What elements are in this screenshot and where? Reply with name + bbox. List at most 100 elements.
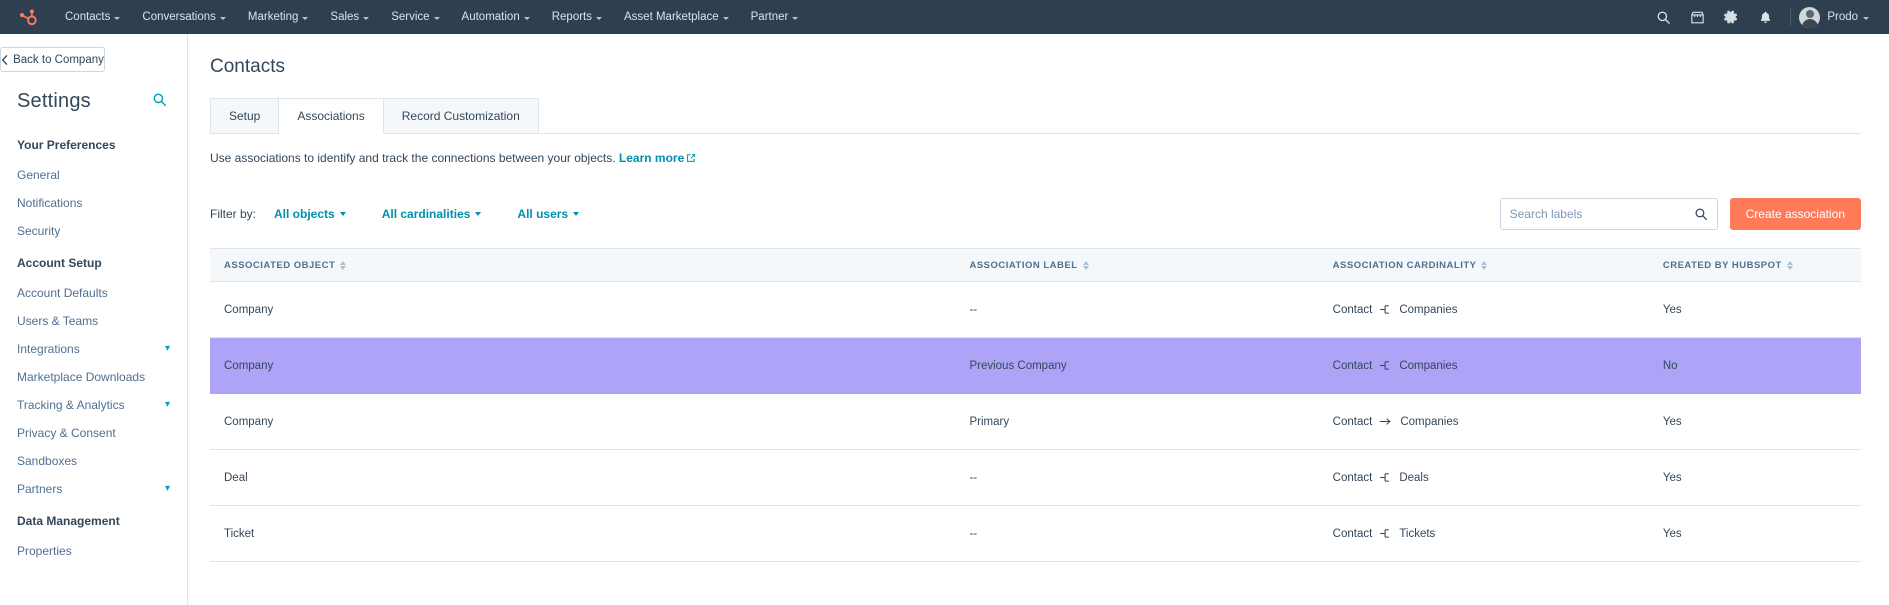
nav-divider (1790, 8, 1792, 26)
nav-item-asset-marketplace[interactable]: Asset Marketplace (613, 0, 740, 34)
column-header-associated-object[interactable]: ASSOCIATED OBJECT (210, 249, 970, 282)
sidebar-item-label: Tracking & Analytics (17, 398, 125, 412)
sidebar-item-sandboxes[interactable]: Sandboxes (0, 447, 187, 475)
table-row[interactable]: Company Previous Company Contact Compani… (210, 337, 1861, 394)
column-header-association-label[interactable]: ASSOCIATION LABEL (969, 249, 1333, 282)
table-row[interactable]: Company Primary Contact Companies Yes (210, 393, 1861, 450)
one-to-many-icon (1380, 473, 1390, 482)
tab-associations[interactable]: Associations (279, 98, 384, 134)
filter-all-cardinalities[interactable]: All cardinalities (382, 207, 482, 221)
sort-icon[interactable] (1481, 260, 1488, 271)
avatar[interactable] (1799, 6, 1821, 28)
search-icon[interactable] (1694, 207, 1708, 221)
nav-item-reports[interactable]: Reports (541, 0, 613, 34)
table-header-row: ASSOCIATED OBJECT ASSOCIATION LABEL ASSO… (210, 249, 1861, 282)
chevron-down-icon (114, 16, 121, 20)
nav-item-label: Reports (551, 11, 593, 23)
back-to-company-button[interactable]: Back to Company (0, 47, 105, 72)
sidebar-item-label: Properties (17, 544, 72, 558)
nav-item-label: Partner (750, 11, 789, 23)
sidebar-item-integrations[interactable]: Integrations ▾ (0, 335, 187, 363)
sort-icon[interactable] (1786, 260, 1793, 271)
tab-bar: Setup Associations Record Customization (210, 97, 1861, 134)
search-labels-box[interactable] (1499, 198, 1718, 230)
cell-associated-object: Company (210, 281, 970, 338)
chevron-down-icon: ▾ (164, 399, 170, 410)
filter-bar: Filter by: All objects All cardinalities… (210, 198, 1861, 230)
sidebar-item-tracking-and-analytics[interactable]: Tracking & Analytics ▾ (0, 391, 187, 419)
sidebar-item-general[interactable]: General (0, 161, 187, 189)
chevron-down-icon (475, 212, 482, 216)
chevron-down-icon (339, 212, 346, 216)
sort-icon[interactable] (1082, 260, 1089, 271)
filter-label-text: All cardinalities (381, 207, 471, 221)
cell-created-by-hubspot: Yes (1662, 281, 1861, 338)
sidebar-item-label: Marketplace Downloads (17, 370, 146, 384)
sidebar-item-marketplace-downloads[interactable]: Marketplace Downloads (0, 363, 187, 391)
avatar-head (1805, 9, 1814, 18)
one-to-many-icon (1380, 361, 1390, 370)
tab-label: Record Customization (401, 109, 520, 123)
cardinality-to: Companies (1400, 415, 1459, 428)
sidebar-item-partners[interactable]: Partners ▾ (0, 475, 187, 503)
nav-item-conversations[interactable]: Conversations (131, 0, 237, 34)
nav-item-contacts[interactable]: Contacts (54, 0, 131, 34)
page-body: Back to Company Settings Your Preference… (0, 34, 1889, 605)
sidebar-item-privacy-and-consent[interactable]: Privacy & Consent (0, 419, 187, 447)
column-header-created-by-hubspot[interactable]: CREATED BY HUBSPOT (1662, 249, 1861, 282)
tab-setup[interactable]: Setup (210, 98, 280, 134)
cell-created-by-hubspot: No (1662, 337, 1861, 394)
notifications-bell-icon[interactable] (1748, 0, 1782, 34)
associations-table: ASSOCIATED OBJECT ASSOCIATION LABEL ASSO… (210, 249, 1861, 562)
sort-icon[interactable] (340, 260, 347, 271)
nav-item-automation[interactable]: Automation (451, 0, 541, 34)
nav-item-marketing[interactable]: Marketing (237, 0, 320, 34)
cardinality-from: Contact (1332, 359, 1373, 372)
associations-description: Use associations to identify and track t… (210, 134, 1861, 165)
column-header-label: ASSOCIATION LABEL (969, 260, 1078, 271)
cell-created-by-hubspot: Yes (1662, 449, 1861, 506)
create-association-button[interactable]: Create association (1729, 198, 1861, 230)
learn-more-link[interactable]: Learn more (619, 151, 696, 165)
search-input[interactable] (1509, 207, 1694, 221)
hubspot-sprocket-logo[interactable] (14, 4, 40, 30)
sidebar-item-account-defaults[interactable]: Account Defaults (0, 279, 187, 307)
search-icon[interactable] (1646, 0, 1680, 34)
column-header-association-cardinality[interactable]: ASSOCIATION CARDINALITY (1332, 249, 1663, 282)
top-navigation-bar: Contacts Conversations Marketing Sales S… (0, 0, 1889, 34)
sidebar-item-label: Sandboxes (17, 454, 78, 468)
filter-by-label: Filter by: (210, 207, 257, 221)
sidebar-item-users-and-teams[interactable]: Users & Teams (0, 307, 187, 335)
cell-association-label: -- (969, 449, 1333, 506)
avatar-body (1801, 18, 1818, 28)
cell-association-label: Previous Company (969, 337, 1333, 394)
cardinality-from: Contact (1332, 471, 1373, 484)
nav-item-service[interactable]: Service (380, 0, 450, 34)
user-menu[interactable]: Prodo (1827, 11, 1875, 23)
sidebar-section-your-preferences: Your Preferences (17, 138, 116, 152)
table-tools: Create association (1499, 198, 1861, 230)
nav-item-label: Automation (461, 11, 520, 23)
table-row[interactable]: Company -- Contact Companies Yes (210, 281, 1861, 338)
table-row[interactable]: Ticket -- Contact Tickets Yes (210, 505, 1861, 562)
cardinality-to: Tickets (1399, 527, 1436, 540)
nav-item-partner[interactable]: Partner (740, 0, 810, 34)
nav-item-sales[interactable]: Sales (319, 0, 380, 34)
tab-record-customization[interactable]: Record Customization (383, 98, 539, 134)
cell-association-cardinality: Contact Companies (1332, 337, 1663, 394)
tab-label: Associations (297, 109, 365, 123)
sidebar-item-security[interactable]: Security (0, 217, 187, 245)
sidebar-item-label: Notifications (17, 196, 83, 210)
sidebar-item-properties[interactable]: Properties (0, 537, 187, 565)
chevron-down-icon (433, 16, 440, 20)
sidebar-search-icon[interactable] (152, 92, 167, 112)
gear-icon[interactable] (1714, 0, 1748, 34)
marketplace-icon[interactable] (1680, 0, 1714, 34)
cardinality-to: Companies (1399, 359, 1458, 372)
settings-title: Settings (17, 90, 91, 112)
table-row[interactable]: Deal -- Contact Deals Yes (210, 449, 1861, 506)
sidebar-item-notifications[interactable]: Notifications (0, 189, 187, 217)
filter-all-objects[interactable]: All objects (274, 207, 346, 221)
description-text: Use associations to identify and track t… (210, 151, 616, 165)
filter-all-users[interactable]: All users (517, 207, 580, 221)
